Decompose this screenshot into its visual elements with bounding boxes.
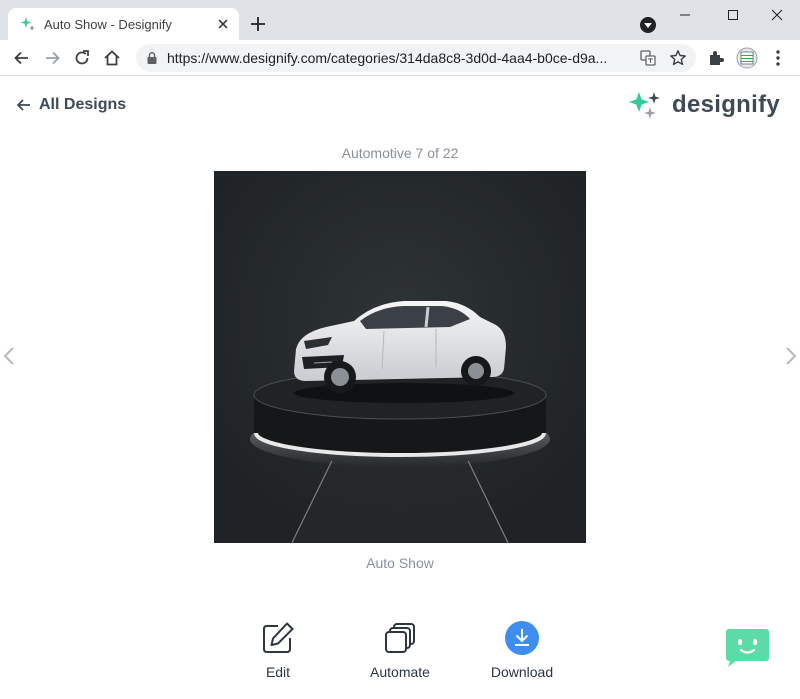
address-bar[interactable]: https://www.designify.com/categories/314… (136, 44, 696, 72)
tab-title: Auto Show - Designify (44, 17, 172, 32)
chat-bot-icon[interactable] (722, 628, 770, 668)
lock-icon[interactable] (145, 51, 159, 65)
designify-logo[interactable]: designify (628, 89, 780, 121)
menu-icon[interactable] (770, 48, 786, 68)
edit-button[interactable]: Edit (228, 620, 328, 684)
previous-design-arrow-icon[interactable] (2, 345, 16, 367)
design-image-car[interactable] (214, 171, 586, 543)
all-designs-label: All Designs (39, 96, 127, 113)
edit-label: Edit (265, 664, 291, 680)
extension-calendar-icon[interactable] (736, 47, 758, 69)
home-icon[interactable] (102, 48, 122, 68)
tab-auto-show[interactable]: Auto Show - Designify (8, 8, 239, 40)
download-icon (505, 621, 539, 655)
maximize-icon[interactable] (718, 4, 748, 26)
back-icon[interactable] (12, 48, 32, 68)
tab-strip: Auto Show - Designify (0, 0, 800, 40)
edit-icon (263, 622, 294, 653)
extensions-icon[interactable] (706, 48, 726, 68)
profile-icon[interactable] (640, 17, 656, 33)
window-close-icon[interactable] (762, 4, 792, 26)
reload-icon[interactable] (72, 48, 92, 68)
translate-icon[interactable] (640, 50, 656, 66)
close-icon[interactable] (215, 16, 231, 32)
download-button[interactable]: Download (472, 620, 572, 684)
plus-icon[interactable] (248, 14, 268, 34)
design-counter: Automotive 7 of 22 (341, 145, 459, 161)
arrow-left-icon (16, 99, 30, 111)
download-label: Download (490, 664, 554, 680)
automate-label: Automate (370, 664, 430, 680)
logo-wordmark: designify (672, 91, 781, 118)
minimize-icon[interactable] (670, 4, 700, 26)
all-designs-link[interactable]: All Designs (16, 94, 126, 116)
design-title: Auto Show (366, 555, 434, 571)
sparkle-logo-icon (629, 92, 660, 119)
browser-chrome: Auto Show - Designify https://www.design… (0, 0, 800, 76)
next-design-arrow-icon[interactable] (784, 345, 798, 367)
forward-icon[interactable] (42, 48, 62, 68)
url-text[interactable]: https://www.designify.com/categories/314… (167, 50, 627, 66)
star-icon[interactable] (669, 49, 687, 67)
browser-toolbar: https://www.designify.com/categories/314… (0, 40, 800, 76)
favicon-sparkle-icon (20, 17, 35, 31)
automate-button[interactable]: Automate (350, 620, 450, 684)
automate-icon (385, 623, 415, 653)
